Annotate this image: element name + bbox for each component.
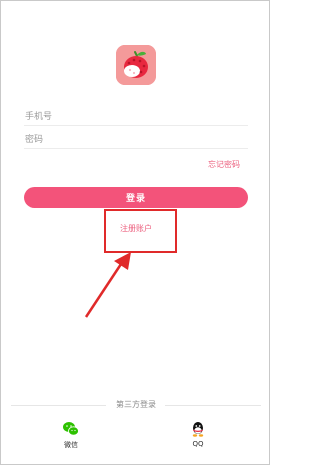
wechat-login-button[interactable]: 微信 [51,420,91,450]
qq-icon [192,422,204,437]
register-account-link[interactable]: 注册账户 [120,223,152,234]
phone-input[interactable] [24,107,248,127]
divider-line-right [165,405,261,406]
qq-label: QQ [192,440,204,448]
password-field [24,127,248,150]
password-input[interactable] [24,130,248,150]
wechat-label: 微信 [64,441,78,449]
login-button[interactable]: 登录 [24,187,248,208]
login-screen: 忘记密码 登录 注册账户 第三方登录 微信 Q [0,0,270,465]
forgot-password-link[interactable]: 忘记密码 [208,159,240,170]
third-party-login-divider: 第三方登录 [1,399,271,411]
qq-login-button[interactable]: QQ [178,420,218,448]
lychee-logo-icon [116,45,156,85]
wechat-icon [63,422,79,436]
app-logo [116,45,156,85]
phone-field [24,104,248,127]
